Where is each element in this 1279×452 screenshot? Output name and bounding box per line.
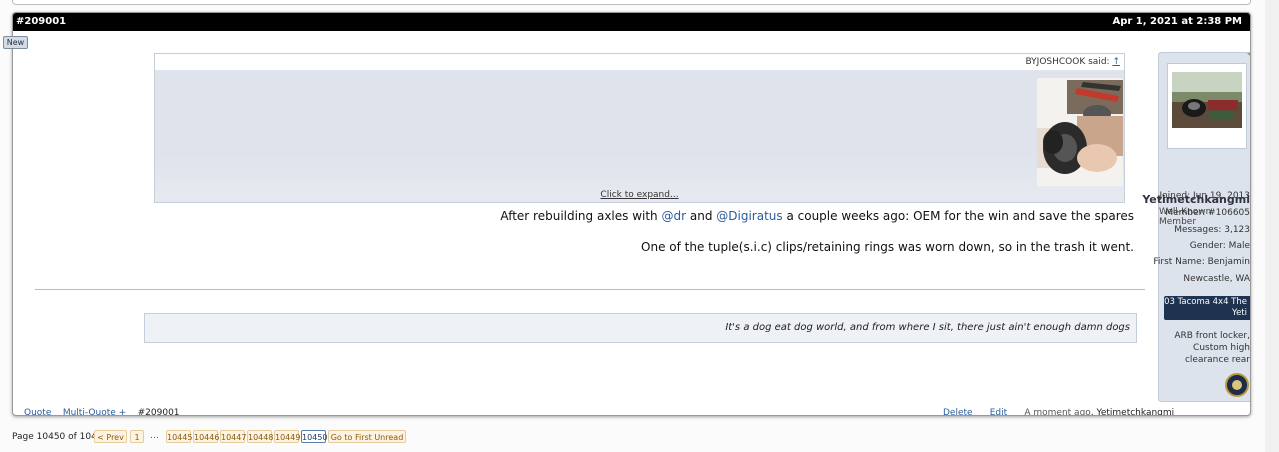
vehicle-mods: ARB front locker, Custom high clearance … bbox=[1174, 330, 1250, 366]
quote-button[interactable]: Quote bbox=[24, 408, 51, 415]
post-meta: Delete Edit A moment ago, Yetimetchkangm… bbox=[943, 408, 1175, 416]
page-first[interactable]: 1 bbox=[130, 430, 144, 443]
multi-quote-button[interactable]: Multi-Quote + bbox=[63, 408, 126, 415]
post-time[interactable]: A moment ago bbox=[1024, 408, 1090, 415]
page-ellipsis: … bbox=[150, 431, 159, 441]
body-text-mid: and bbox=[686, 209, 717, 223]
mods-line: clearance rear bbox=[1184, 355, 1250, 365]
body-text-prefix: After rebuilding axles with bbox=[500, 209, 662, 223]
online-indicator bbox=[1247, 53, 1250, 62]
post-date: Apr 1, 2021 at 2:38 PM bbox=[1112, 16, 1242, 27]
quote-block: BYJOSHCOOK said: ↑ Click to expand... bbox=[154, 53, 1125, 203]
post-header: #209001 Apr 1, 2021 at 2:38 PM bbox=[13, 13, 1250, 31]
avatar[interactable] bbox=[1167, 63, 1247, 149]
quoted-image[interactable] bbox=[1037, 78, 1123, 186]
new-post-badge: New bbox=[3, 36, 28, 49]
signature-text: It's a dog eat dog world, and from where… bbox=[725, 322, 1130, 333]
click-to-expand-link[interactable]: Click to expand... bbox=[155, 190, 1124, 200]
page-link[interactable]: 10449 bbox=[274, 430, 300, 443]
page-link[interactable]: 10446 bbox=[193, 430, 219, 443]
user-info-panel: Yetimetchkangmi Well-Known Member Joined… bbox=[1142, 52, 1250, 402]
delete-link[interactable]: Delete bbox=[943, 408, 973, 415]
post-body-line-1: After rebuilding axles with @dr and @Dig… bbox=[500, 209, 1134, 223]
vehicle-badge-button[interactable]: 03 Tacoma 4x4 The Yeti bbox=[1164, 296, 1250, 320]
signature-block: It's a dog eat dog world, and from where… bbox=[144, 313, 1137, 343]
quote-attribution: BYJOSHCOOK said: ↑ bbox=[1026, 57, 1121, 67]
goto-first-unread-button[interactable]: Go to First Unread bbox=[328, 430, 406, 443]
post-actions: Quote Multi-Quote + #209001 bbox=[24, 408, 180, 415]
post-author[interactable]: Yetimetchkangmi bbox=[1097, 408, 1175, 415]
joined-date: Joined: Jun 19, 2013 bbox=[1159, 191, 1250, 201]
mods-line: ARB front locker, bbox=[1174, 331, 1250, 341]
page-current[interactable]: 10450 bbox=[301, 430, 327, 443]
post-container: #209001 Apr 1, 2021 at 2:38 PM BYJOSHCOO… bbox=[12, 12, 1251, 416]
page-link[interactable]: 10445 bbox=[166, 430, 192, 443]
quote-author: BYJOSHCOOK said: bbox=[1025, 57, 1110, 67]
edit-link[interactable]: Edit bbox=[990, 408, 1007, 415]
post-permalink[interactable]: #209001 bbox=[138, 408, 180, 415]
mention-link-dr[interactable]: @dr bbox=[661, 209, 686, 223]
post-number[interactable]: #209001 bbox=[16, 13, 66, 31]
prev-page-button[interactable]: < Prev bbox=[94, 430, 127, 443]
gender: Gender: Male bbox=[1189, 241, 1250, 251]
signature-divider bbox=[35, 289, 1145, 290]
member-number: Member: #106605 bbox=[1165, 208, 1250, 218]
page-link[interactable]: 10447 bbox=[220, 430, 246, 443]
mention-link-digiratus[interactable]: @Digiratus bbox=[716, 209, 782, 223]
quote-jump-arrow[interactable]: ↑ bbox=[1112, 57, 1120, 67]
mods-line: Custom high bbox=[1193, 343, 1250, 353]
page-scrollbar[interactable] bbox=[1265, 0, 1279, 452]
navy-emblem-icon bbox=[1225, 373, 1249, 397]
page-link[interactable]: 10448 bbox=[247, 430, 273, 443]
body-text-suffix: a couple weeks ago: OEM for the win and … bbox=[782, 209, 1134, 223]
location: Newcastle, WA bbox=[1183, 274, 1250, 284]
message-count: Messages: 3,123 bbox=[1174, 225, 1250, 235]
first-name: First Name: Benjamin bbox=[1153, 257, 1250, 267]
previous-post-bottom bbox=[12, 0, 1251, 5]
post-body-line-2: One of the tuple(s.i.c) clips/retaining … bbox=[641, 240, 1134, 254]
